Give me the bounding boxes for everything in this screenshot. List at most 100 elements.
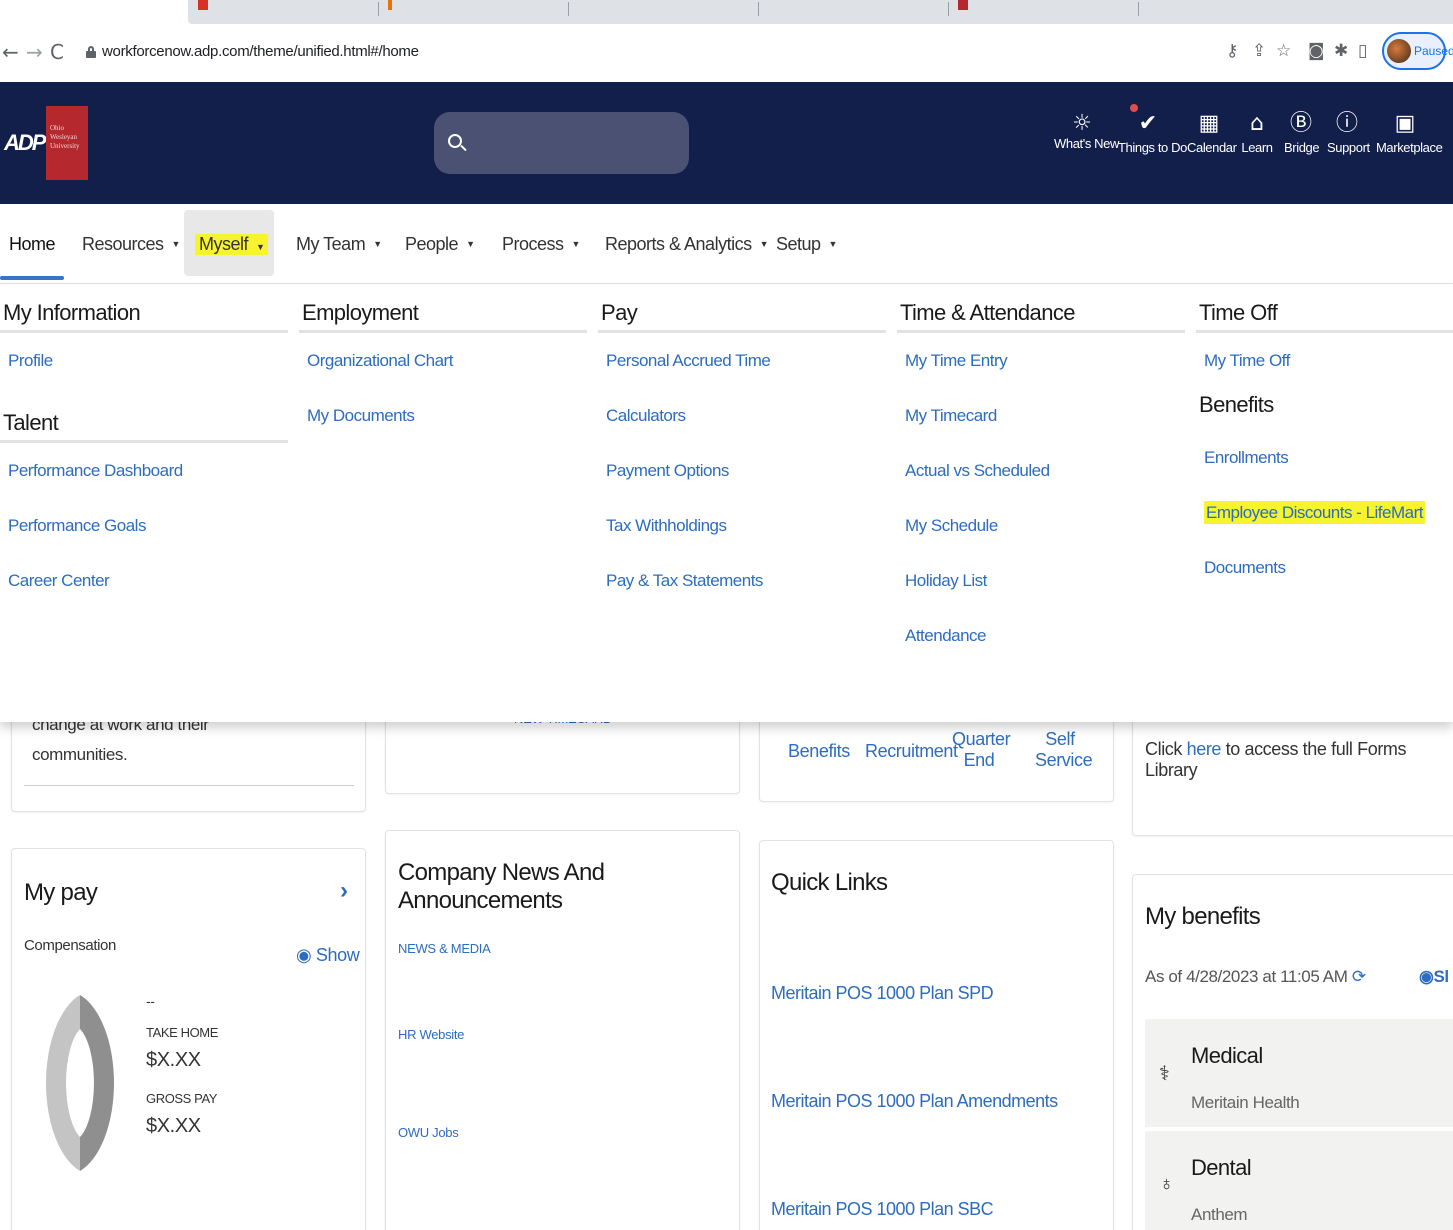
forms-text-part: Click: [1145, 739, 1187, 759]
nav-reports-analytics[interactable]: Reports & Analytics ▼: [605, 204, 769, 284]
benefit-name: Dental: [1191, 1155, 1252, 1180]
menu-link-my-time-entry[interactable]: My Time Entry: [897, 333, 1185, 388]
news-media-link[interactable]: NEWS & MEDIA: [398, 941, 491, 956]
menu-link-career-center[interactable]: Career Center: [0, 553, 288, 608]
nav-resources[interactable]: Resources ▼: [82, 204, 180, 284]
compensation-label: Compensation: [24, 937, 116, 954]
tab-favicon[interactable]: [388, 0, 392, 10]
menu-link-organizational-chart[interactable]: Organizational Chart: [299, 333, 587, 388]
menu-heading: Talent: [0, 406, 288, 443]
nav-myself[interactable]: Myself ▼: [195, 204, 269, 284]
key-icon[interactable]: ⚷: [1226, 41, 1238, 61]
active-tab-indicator: [0, 276, 64, 280]
menu-heading: Time & Attendance: [897, 296, 1185, 333]
menu-link-performance-goals[interactable]: Performance Goals: [0, 498, 288, 553]
menu-link-my-time-off[interactable]: My Time Off: [1196, 333, 1453, 388]
nav-my-team[interactable]: My Team ▼: [296, 204, 382, 284]
forward-arrow-icon[interactable]: →: [26, 40, 43, 64]
service-benefits[interactable]: Benefits: [788, 741, 850, 762]
chevron-right-icon[interactable]: ›: [340, 877, 348, 905]
calendar-button[interactable]: ▦ Calendar: [1187, 110, 1237, 155]
browser-tab-strip: [0, 0, 1453, 26]
menu-link-payment-options[interactable]: Payment Options: [598, 443, 886, 498]
menu-heading: Employment: [299, 296, 587, 333]
nav-label: My Team: [296, 233, 366, 254]
take-home-value: $X.XX: [146, 1049, 201, 1071]
show-button[interactable]: ◉ Show: [296, 945, 360, 966]
nav-home[interactable]: Home: [9, 204, 56, 284]
card-title: Quick Links: [771, 869, 888, 896]
gross-pay-value: $X.XX: [146, 1115, 201, 1137]
menu-link-tax-withholdings[interactable]: Tax Withholdings: [598, 498, 886, 553]
menu-link-profile[interactable]: Profile: [0, 333, 288, 388]
menu-link-personal-accrued-time[interactable]: Personal Accrued Time: [598, 333, 886, 388]
menu-column-my-information: My Information Profile Talent Performanc…: [0, 296, 288, 608]
menu-link-benefits-documents[interactable]: Documents: [1196, 540, 1453, 595]
quick-link[interactable]: Meritain POS 1000 Plan SBC: [771, 1199, 994, 1220]
star-icon[interactable]: ☆: [1276, 41, 1291, 61]
lock-icon[interactable]: [86, 46, 96, 58]
marketplace-button[interactable]: ▣ Marketplace: [1376, 110, 1443, 155]
tab-favicon[interactable]: [198, 0, 208, 10]
tab-separator: [948, 2, 949, 16]
show-benefits-button[interactable]: ◉Sl: [1419, 967, 1449, 987]
profile-button[interactable]: Paused: [1382, 32, 1453, 70]
camera-icon[interactable]: ◙: [1308, 41, 1325, 61]
donut-segment-dark: [80, 995, 115, 1171]
hr-website-link[interactable]: HR Website: [398, 1027, 464, 1042]
service-recruitment[interactable]: Recruitment: [865, 741, 958, 762]
tooth-icon: ♁: [1159, 1173, 1174, 1195]
menu-link-my-timecard[interactable]: My Timecard: [897, 388, 1185, 443]
forms-here-link[interactable]: here: [1187, 739, 1222, 759]
quick-link[interactable]: Meritain POS 1000 Plan Amendments: [771, 1091, 1058, 1112]
tab-favicon[interactable]: [958, 0, 968, 10]
learn-button[interactable]: ⌂ Learn: [1240, 110, 1274, 155]
nav-process[interactable]: Process ▼: [502, 204, 580, 284]
card-title: Company News And Announcements: [398, 859, 605, 914]
menu-link-attendance[interactable]: Attendance: [897, 608, 1185, 663]
nav-setup[interactable]: Setup ▼: [776, 204, 837, 284]
menu-link-performance-dashboard[interactable]: Performance Dashboard: [0, 443, 288, 498]
card-company-news: Company News And Announcements NEWS & ME…: [385, 830, 740, 1230]
caret-down-icon: ▼: [759, 239, 769, 249]
take-home-label: TAKE HOME: [146, 1025, 219, 1040]
quick-link[interactable]: Meritain POS 1000 Plan SPD: [771, 983, 994, 1004]
url-text[interactable]: workforcenow.adp.com/theme/unified.html#…: [102, 43, 419, 60]
menu-link-actual-vs-scheduled[interactable]: Actual vs Scheduled: [897, 443, 1185, 498]
menu-link-employee-discounts-lifemart[interactable]: Employee Discounts - LifeMart: [1196, 485, 1453, 540]
menu-link-pay-tax-statements[interactable]: Pay & Tax Statements: [598, 553, 886, 608]
support-button[interactable]: ⓘ Support: [1327, 110, 1370, 155]
nav-people[interactable]: People ▼: [405, 204, 475, 284]
owu-jobs-link[interactable]: OWU Jobs: [398, 1125, 459, 1140]
adp-logo[interactable]: ADP: [4, 130, 46, 156]
service-self-service[interactable]: Self Service: [1035, 729, 1093, 771]
eye-icon: ◉: [1419, 967, 1434, 986]
share-icon[interactable]: ⇪: [1252, 41, 1266, 61]
side-panel-icon[interactable]: ▯: [1358, 41, 1367, 61]
search-input[interactable]: [434, 112, 689, 174]
refresh-icon[interactable]: ⟳: [1352, 967, 1366, 986]
card-text: communities.: [32, 745, 128, 764]
things-to-do-button[interactable]: ✔ Things to Do: [1118, 104, 1187, 155]
org-logo[interactable]: Ohio Wesleyan University: [46, 106, 88, 180]
benefits-as-of: As of 4/28/2023 at 11:05 AM ⟳: [1145, 967, 1366, 987]
benefit-row-medical[interactable]: ⚕ Medical Meritain Health: [1145, 1019, 1453, 1127]
menu-link-calculators[interactable]: Calculators: [598, 388, 886, 443]
service-quarter-end[interactable]: Quarter End: [952, 729, 1011, 771]
benefit-row-dental[interactable]: ♁ Dental Anthem: [1145, 1131, 1453, 1230]
menu-link-my-schedule[interactable]: My Schedule: [897, 498, 1185, 553]
menu-link-holiday-list[interactable]: Holiday List: [897, 553, 1185, 608]
tool-label: Calendar: [1187, 140, 1237, 155]
card-my-pay: My pay › Compensation ◉ Show -- TAKE HOM…: [11, 848, 366, 1230]
menu-link-enrollments[interactable]: Enrollments: [1196, 430, 1453, 485]
extensions-puzzle-icon[interactable]: ✱: [1334, 41, 1348, 61]
whats-new-button[interactable]: ☼ What's New: [1054, 110, 1119, 151]
menu-link-my-documents[interactable]: My Documents: [299, 388, 587, 443]
back-arrow-icon[interactable]: ←: [2, 40, 19, 64]
reload-icon[interactable]: C: [50, 40, 64, 64]
tool-label: Support: [1327, 140, 1370, 155]
tab-separator: [568, 2, 569, 16]
bridge-button[interactable]: Ⓑ Bridge: [1284, 110, 1320, 155]
checkmark-badge-icon: ✔: [1118, 104, 1178, 144]
